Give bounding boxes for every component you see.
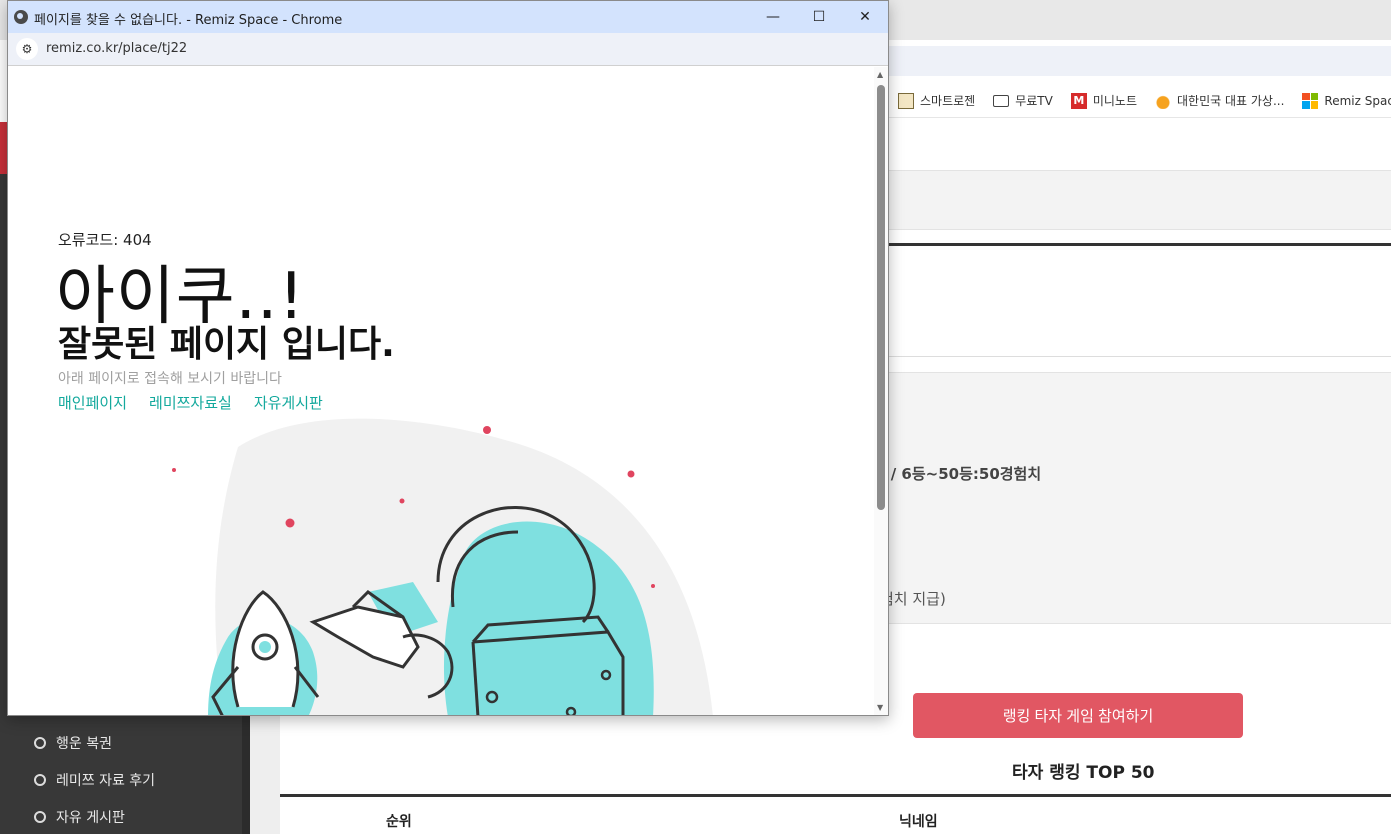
reward-info-box [880, 372, 1391, 624]
sidebar-item-label: 행운 복권 [56, 736, 112, 752]
sidebar-item-free-board[interactable]: 자유 게시판 [34, 807, 125, 827]
globe-icon [14, 10, 28, 24]
bookmark-free-tv[interactable]: 무료TV [993, 92, 1053, 109]
url-text[interactable]: remiz.co.kr/place/tj22 [46, 41, 187, 56]
table-header-rank: 순위 [386, 814, 412, 830]
image-icon [898, 92, 914, 109]
minimize-icon: — [766, 9, 780, 25]
scrollbar-thumb[interactable] [877, 85, 885, 510]
bookmark-label: 무료TV [1015, 94, 1053, 108]
sidebar-item-label: 레미쯔 자료 후기 [56, 773, 156, 789]
scroll-up-icon[interactable]: ▲ [877, 70, 883, 79]
page-content: 오류코드: 404 아이쿠..! 잘못된 페이지 입니다. 아래 페이지로 접속… [8, 67, 874, 715]
ranking-title: 타자 랭킹 TOP 50 [1012, 763, 1155, 783]
popup-browser-window: 페이지를 찾을 수 없습니다. - Remiz Space - Chrome —… [7, 0, 889, 716]
window-titlebar[interactable]: 페이지를 찾을 수 없습니다. - Remiz Space - Chrome —… [8, 1, 888, 33]
close-icon: ✕ [859, 9, 871, 25]
address-bar: ⚙ remiz.co.kr/place/tj22 [8, 33, 888, 66]
circle-icon [34, 737, 46, 749]
table-header-nickname: 닉네임 [899, 814, 938, 830]
minimize-button[interactable]: — [750, 1, 796, 33]
window-title: 페이지를 찾을 수 없습니다. - Remiz Space - Chrome [34, 13, 343, 28]
sidebar-item-lottery[interactable]: 행운 복권 [34, 733, 112, 753]
vertical-scrollbar[interactable]: ▲ ▼ [874, 67, 888, 715]
bookmark-label: 미니노트 [1092, 94, 1137, 108]
flame-icon [1155, 92, 1171, 109]
bookmark-label: 대한민국 대표 가상... [1177, 94, 1285, 108]
bookmark-label: Remiz Space [1324, 93, 1391, 108]
microsoft-logo-icon [1302, 92, 1319, 109]
join-ranking-game-button[interactable]: 랭킹 타자 게임 참여하기 [913, 693, 1243, 738]
reward-text: | / 6등~50등:50경험치 [880, 465, 1042, 483]
ranking-table-border [280, 794, 1391, 797]
bookmark-mininote[interactable]: M 미니노트 [1070, 92, 1137, 109]
maximize-button[interactable]: ☐ [796, 1, 842, 33]
section-divider [880, 243, 1391, 246]
error-subheadline: 잘못된 페이지 입니다. [58, 324, 395, 365]
bookmark-remiz-space[interactable]: Remiz Space [1302, 92, 1391, 109]
m-logo-icon: M [1070, 92, 1087, 109]
astronaut-illustration [172, 418, 713, 715]
sidebar-item-label: 자유 게시판 [56, 810, 125, 826]
circle-icon [34, 774, 46, 786]
bookmark-korea-virtual[interactable]: 대한민국 대표 가상... [1155, 92, 1284, 109]
sidebar-item-remiz-reviews[interactable]: 레미쯔 자료 후기 [34, 770, 155, 790]
bookmark-label: 스마트로젠 [920, 94, 976, 108]
error-hint: 아래 페이지로 접속해 보시기 바랍니다 [58, 371, 282, 387]
circle-icon [34, 811, 46, 823]
close-button[interactable]: ✕ [842, 1, 888, 33]
reward-note: 험치 지급) [880, 590, 946, 608]
maximize-icon: ☐ [812, 9, 826, 25]
folder-icon [993, 94, 1010, 107]
bookmark-smartrogen[interactable]: 스마트로젠 [898, 92, 975, 109]
bookmarks-bar: 스마트로젠 무료TV M 미니노트 대한민국 대표 가상... Remiz Sp… [880, 84, 1391, 118]
scroll-down-icon[interactable]: ▼ [877, 703, 883, 712]
section-divider-thin [880, 356, 1391, 357]
background-address-bar[interactable] [880, 46, 1391, 76]
info-band [880, 170, 1391, 230]
site-settings-icon[interactable]: ⚙ [16, 38, 38, 60]
